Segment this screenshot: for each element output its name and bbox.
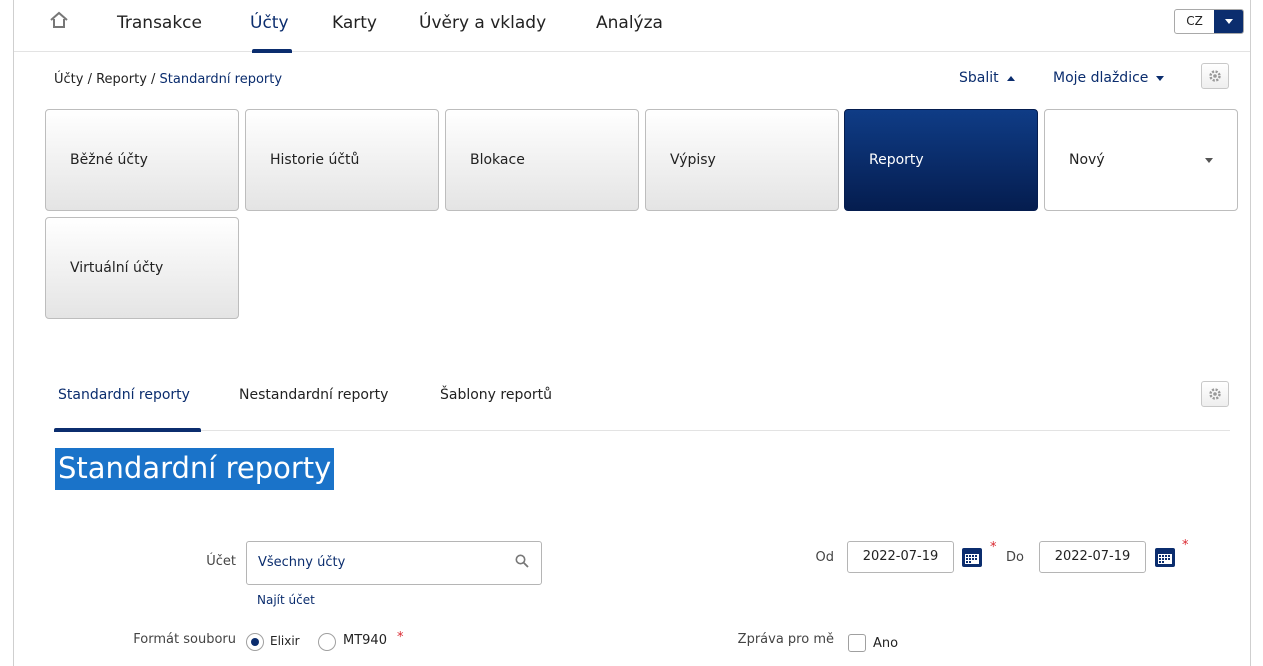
nav-analyza[interactable]: Analýza [596,13,663,33]
nav-uvery-a-vklady[interactable]: Úvěry a vklady [419,13,546,33]
tile-label: Reporty [869,152,924,168]
file-format-label: Formát souboru [133,632,236,647]
active-nav-indicator [252,49,292,53]
breadcrumb-current: Standardní reporty [159,72,283,87]
report-settings-button[interactable] [1201,381,1229,407]
tile-historie-uctu[interactable]: Historie účtů [245,109,439,211]
account-label: Účet [206,554,236,569]
calendar-icon[interactable] [1154,546,1176,568]
my-tiles-dropdown[interactable]: Moje dlaždice [1053,70,1165,86]
account-input[interactable]: Všechny účty [246,541,542,585]
required-marker: * [990,540,997,555]
tile-novy[interactable]: Nový [1044,109,1238,211]
format-mt940-label: MT940 [343,633,387,648]
tile-label: Virtuální účty [70,260,164,276]
tile-label: Výpisy [670,152,716,168]
language-value: CZ [1186,14,1203,28]
tile-label: Historie účtů [270,152,360,168]
message-for-me-label: Zpráva pro mě [737,632,834,647]
date-to-input[interactable]: 2022-07-19 [1039,541,1146,573]
tile-label: Běžné účty [70,152,148,168]
date-to-label: Do [1006,550,1024,565]
format-elixir-radio[interactable] [246,633,264,651]
subtabs-divider [54,430,1230,431]
tiles-settings-button[interactable] [1201,63,1229,89]
search-icon[interactable] [515,554,529,568]
account-value: Všechny účty [258,555,346,570]
gear-icon [1209,388,1221,400]
collapse-label: Sbalit [959,70,999,86]
message-for-me-checkbox[interactable] [848,634,866,652]
format-mt940-radio[interactable] [318,633,336,651]
tile-bezne-ucty[interactable]: Běžné účty [45,109,239,211]
top-navigation: Transakce Účty Karty Úvěry a vklady Anal… [14,0,1250,53]
subtab-nestandardni-reporty[interactable]: Nestandardní reporty [239,387,388,403]
active-subtab-indicator [54,428,201,432]
find-account-link[interactable]: Najít účet [257,593,315,607]
breadcrumb: Účty / Reporty / Standardní reporty [54,72,282,87]
breadcrumb-path[interactable]: Účty / Reporty / [54,72,160,87]
required-marker: * [1182,538,1189,553]
nav-transakce[interactable]: Transakce [117,13,202,33]
calendar-icon[interactable] [961,546,983,568]
subtab-sablony-reportu[interactable]: Šablony reportů [440,387,552,403]
gear-icon [1209,70,1221,82]
message-for-me-option: Ano [873,636,899,651]
tile-reporty[interactable]: Reporty [844,109,1038,211]
subtab-standardni-reporty[interactable]: Standardní reporty [58,387,190,403]
tile-label: Nový [1069,152,1105,168]
tile-vypisy[interactable]: Výpisy [645,109,839,211]
caret-up-icon [1006,75,1015,81]
date-from-input[interactable]: 2022-07-19 [847,541,954,573]
caret-down-icon [1205,158,1213,163]
chevron-down-icon[interactable] [1214,10,1243,33]
format-elixir-label: Elixir [270,634,300,648]
date-from-label: Od [815,550,834,565]
tile-virtualni-ucty[interactable]: Virtuální účty [45,217,239,319]
my-tiles-label: Moje dlaždice [1053,70,1149,86]
page-title: Standardní reporty [55,448,335,490]
tile-blokace[interactable]: Blokace [445,109,639,211]
required-marker: * [397,630,404,645]
tile-label: Blokace [470,152,525,168]
language-selector[interactable]: CZ [1174,9,1244,34]
nav-ucty[interactable]: Účty [250,13,289,33]
collapse-button[interactable]: Sbalit [959,70,1015,86]
nav-karty[interactable]: Karty [332,13,377,33]
home-icon[interactable] [49,11,69,29]
app-frame: Transakce Účty Karty Úvěry a vklady Anal… [13,0,1251,666]
caret-down-icon [1156,75,1165,81]
